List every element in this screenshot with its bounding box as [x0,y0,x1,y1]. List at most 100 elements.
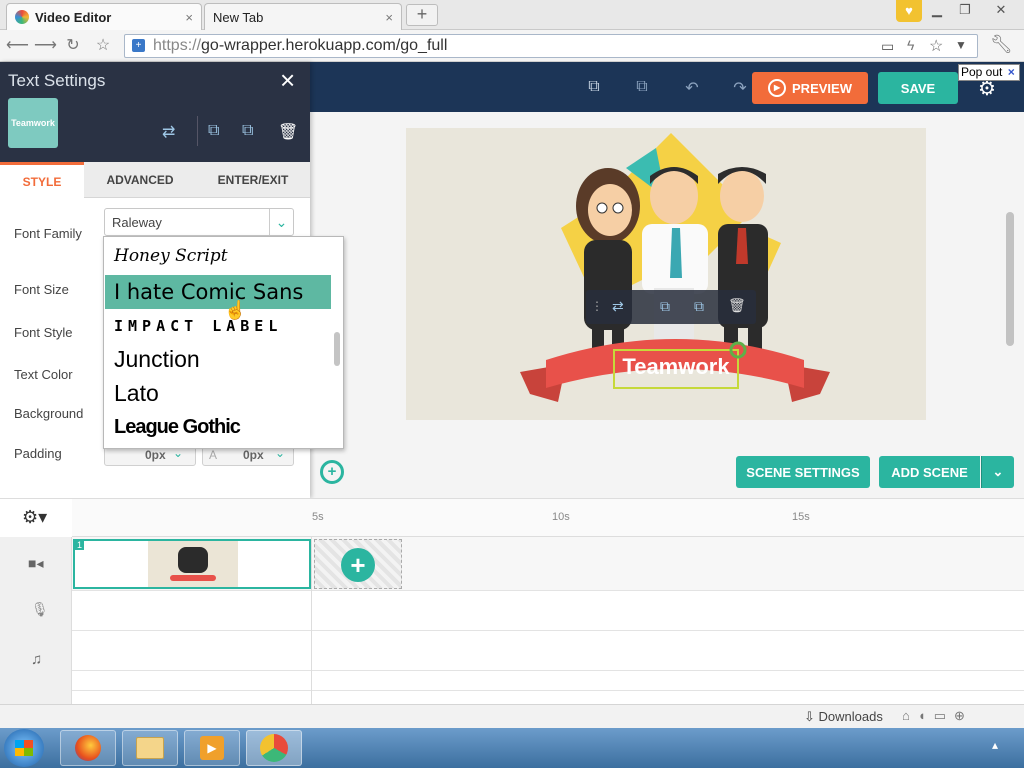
add-scene-dropdown-chevron-icon[interactable]: ⌄ [981,456,1014,488]
app-favicon [15,10,29,24]
cast-icon[interactable]: ▭ [881,38,894,55]
add-clip-area[interactable]: + [314,539,402,589]
paste-icon[interactable]: ⧉ [242,122,253,140]
bookmark-star-icon[interactable]: ☆ [92,36,114,56]
woman-character [576,168,640,368]
font-family-select[interactable]: Raleway ⌄ [104,208,294,236]
font-size-label: Font Size [14,282,69,297]
chrome-icon [260,734,288,762]
trash-icon[interactable]: 🗑︎ [278,122,298,142]
flash-icon[interactable]: ϟ [907,37,914,53]
paste-icon[interactable]: ⧉ [632,78,652,98]
preview-label: PREVIEW [792,80,852,96]
preview-button[interactable]: ▶ PREVIEW [752,72,868,104]
scene-clip[interactable]: 1 [73,539,311,589]
font-family-value: Raleway [112,215,162,230]
scene-settings-button[interactable]: SCENE SETTINGS [736,456,870,488]
drag-handle-icon[interactable]: ⋮ [591,299,603,313]
voice-track [72,591,1024,631]
close-icon[interactable]: × [280,66,295,94]
close-icon[interactable]: × [1008,65,1015,79]
taskbar-explorer[interactable] [122,730,178,766]
tab-video-editor[interactable]: Video Editor × [6,3,202,30]
star-icon[interactable]: ☆ [929,36,943,56]
pop-out-label: Pop out [961,65,1003,79]
new-tab-button[interactable]: + [406,4,438,26]
taskbar-chrome[interactable] [246,730,302,766]
downloads-button[interactable]: ⇩ Downloads [804,709,883,725]
replace-icon[interactable]: ⇄ [162,122,175,142]
start-button[interactable] [4,729,44,767]
browser-tab-strip: Video Editor × New Tab × + ♥ ▁ ❐ ✕ [0,0,1024,30]
banner-text[interactable]: Teamwork [614,354,738,380]
tab-new-tab[interactable]: New Tab × [204,3,402,30]
canvas-scrollbar[interactable] [1002,112,1018,412]
mouse-cursor-icon: ☝ [224,300,247,320]
tab-enter-exit[interactable]: ENTER/EXIT [196,162,310,198]
tab-label: New Tab [213,9,264,25]
padding-label: Padding [14,446,62,461]
tab-close-icon[interactable]: × [385,10,393,25]
copy-icon[interactable]: ⧉ [208,122,219,140]
restore-icon[interactable]: ❐ [954,2,976,18]
trash-icon[interactable]: 🗑︎ [728,297,746,314]
profile-icon[interactable]: ♥ [896,0,922,22]
font-style-label: Font Style [14,325,73,340]
firefox-icon [75,735,101,761]
forward-icon[interactable]: ⟶ [34,36,57,56]
font-option[interactable]: League Gothic [105,410,331,444]
font-option[interactable]: Honey Script [105,239,331,273]
wrench-menu-icon[interactable]: 🔧︎ [990,34,1013,55]
undo-icon[interactable]: ↶ [682,78,702,98]
dropdown-scrollbar[interactable] [334,332,340,366]
save-button[interactable]: SAVE [878,72,958,104]
timeline-gear-icon[interactable]: ⚙▾ [22,507,47,528]
font-option[interactable]: Lato [105,376,331,410]
scene-stage[interactable]: Teamwork ⋮ ⇄ ⧉ ⧉ 🗑︎ [406,128,926,420]
downloads-icon: ⇩ [804,709,815,724]
url-text: https://go-wrapper.herokuapp.com/go_full [153,37,448,54]
zoom-in-icon[interactable]: + [320,460,344,484]
pop-out-button[interactable]: Pop out × [958,64,1020,81]
tick-label: 10s [552,511,570,523]
timeline-ruler[interactable]: 5s 10s 15s [72,499,1024,537]
tick-label: 15s [792,511,810,523]
font-option[interactable]: Junction [105,342,331,376]
microphone-icon: 🎙︎ [31,601,49,617]
replace-icon[interactable]: ⇄ [612,298,624,315]
address-bar[interactable]: + https://go-wrapper.herokuapp.com/go_fu… [124,34,978,58]
back-icon[interactable]: ⟵ [6,36,29,56]
tab-close-icon[interactable]: × [185,10,193,25]
tab-style[interactable]: STYLE [0,162,84,198]
timeline: ⚙▾ 5s 10s 15s ■◂ 🎙︎ ♫ 1 + [0,498,1024,705]
taskbar-firefox[interactable] [60,730,116,766]
text-thumbnail: Teamwork [8,98,58,148]
media-player-icon: ▶ [200,736,224,760]
add-scene-button[interactable]: ADD SCENE [879,456,980,488]
status-icons[interactable]: ⌂◖▭⊕ [902,708,973,724]
tab-advanced[interactable]: ADVANCED [84,162,196,198]
reload-icon[interactable]: ↻ [62,36,84,56]
chevron-down-icon[interactable]: ⌄ [269,209,293,235]
tray-arrow-icon[interactable]: ▴ [992,738,998,752]
paste-icon[interactable]: ⧉ [694,298,704,315]
address-toolbar: ⟵ ⟶ ↻ ☆ + https://go-wrapper.herokuapp.c… [0,30,1024,62]
folder-icon [136,737,164,759]
padding-value: 0px [145,448,166,462]
music-track [72,631,1024,671]
minimize-icon[interactable]: ▁ [926,2,948,18]
tick-label: 5s [312,511,324,523]
copy-icon[interactable]: ⧉ [660,298,670,315]
add-icon[interactable]: + [341,548,375,582]
font-dropdown-list[interactable]: Honey Script I hate Comic Sans IMPACT LA… [103,236,344,449]
font-option[interactable]: IMPACT LABEL [105,309,331,343]
padding-value: 0px [243,448,264,462]
tab-label: Video Editor [35,9,112,25]
taskbar-media-player[interactable]: ▶ [184,730,240,766]
copy-icon[interactable]: ⧉ [584,78,604,98]
redo-icon[interactable]: ↷ [730,78,750,98]
font-option-highlighted[interactable]: I hate Comic Sans [105,275,331,309]
window-close-icon[interactable]: ✕ [990,2,1012,18]
dropdown-chevron-icon[interactable]: ▼ [955,38,967,52]
windows-logo-icon [15,740,33,756]
